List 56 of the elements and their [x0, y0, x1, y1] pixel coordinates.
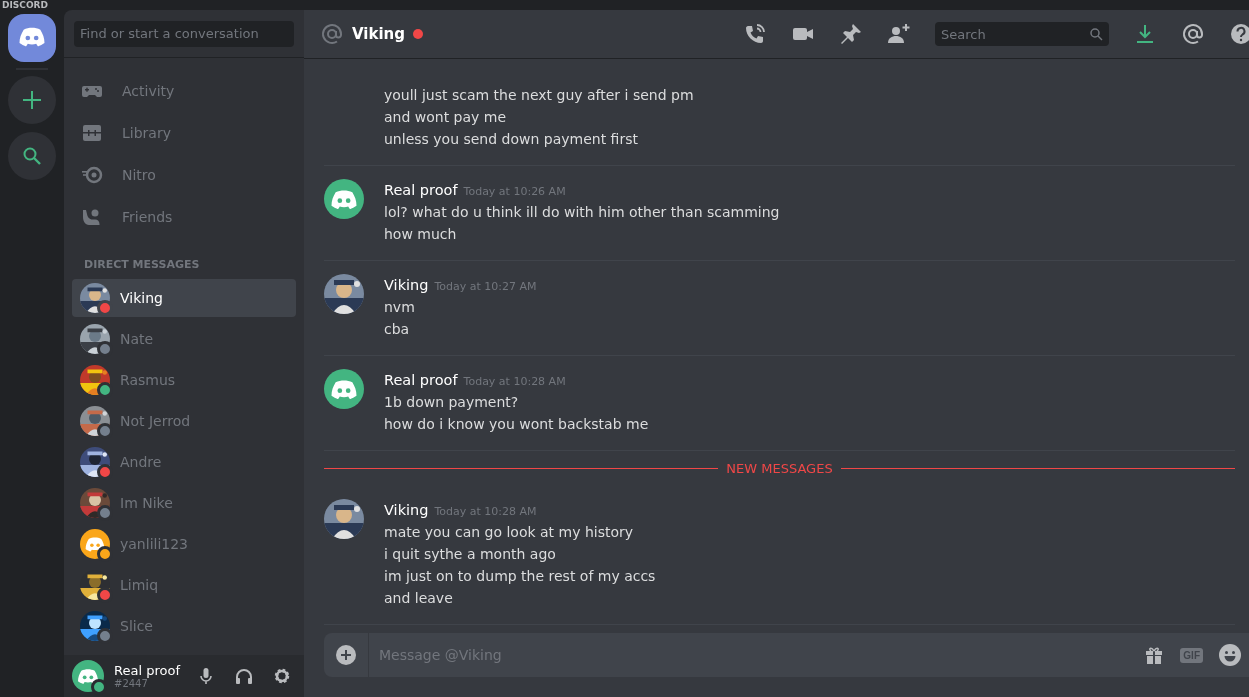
search-button[interactable] — [8, 132, 56, 180]
dm-item[interactable]: Viking — [72, 279, 296, 317]
dm-item[interactable]: Andre — [72, 443, 296, 481]
plus-icon — [22, 90, 42, 110]
app-title: DISCORD — [2, 1, 48, 10]
dm-item[interactable]: Rasmus — [72, 361, 296, 399]
dm-item[interactable]: Not Jerrod — [72, 402, 296, 440]
search-icon — [1089, 27, 1103, 41]
message-text: and wont pay me — [384, 108, 508, 127]
plus-circle-icon — [336, 645, 356, 665]
nav-item[interactable]: Nitro — [72, 154, 296, 196]
dm-item[interactable]: Limiq — [72, 566, 296, 604]
dm-item[interactable]: Slice — [72, 607, 296, 645]
search-icon — [22, 146, 42, 166]
add-server-button[interactable] — [8, 76, 56, 124]
message-text: im just on to dump the rest of my accs — [384, 567, 656, 586]
author-name[interactable]: Real proof — [384, 372, 458, 388]
author-name[interactable]: Viking — [384, 277, 429, 293]
pin-icon — [839, 22, 863, 46]
at-sign-icon — [320, 22, 344, 46]
new-messages-divider: NEW MESSAGES — [726, 461, 833, 476]
phone-icon — [743, 22, 767, 46]
nav-item[interactable]: Activity — [72, 70, 296, 112]
message-text: nvm — [384, 298, 416, 317]
at-sign-icon — [1181, 22, 1205, 46]
avatar-icon — [324, 369, 364, 409]
message-text: how do i know you wont backstab me — [384, 415, 649, 434]
channel-title: Viking — [352, 25, 406, 43]
author-name[interactable]: Viking — [384, 502, 429, 518]
message-text: unless you send down payment first — [384, 130, 639, 149]
author-name[interactable]: Real proof — [384, 182, 458, 198]
message-text: i quit sythe a month ago — [384, 545, 557, 564]
smiley-icon — [1219, 644, 1241, 666]
username: Real proof — [114, 663, 182, 678]
message-text: lol? what do u think ill do with him other than scamming — [384, 203, 780, 222]
section-heading: DIRECT MESSAGES — [83, 257, 201, 273]
nav-item[interactable]: Friends — [72, 196, 296, 238]
settings-icon — [272, 666, 292, 686]
dm-item[interactable]: Nate — [72, 320, 296, 358]
search-field[interactable]: Find or start a conversation — [74, 20, 294, 47]
gift-icon — [1144, 645, 1165, 665]
add-person-icon — [887, 22, 911, 46]
home-button[interactable] — [8, 14, 56, 62]
message-text: mate you can go look at my history — [384, 523, 635, 542]
nav-item[interactable]: Library — [72, 112, 296, 154]
headphones-icon — [234, 666, 254, 686]
search-field[interactable]: Search — [935, 22, 1109, 46]
message-text: and leave — [384, 589, 454, 608]
avatar-icon — [324, 179, 364, 219]
dm-item[interactable]: yanlili123 — [72, 525, 296, 563]
message-text: 1b down payment? — [384, 393, 520, 412]
user-tag: #2447 — [114, 678, 182, 689]
message-text: youll just scam the next guy after i send pm — [384, 86, 694, 105]
message-text: how much — [384, 225, 458, 244]
message-text: cba — [384, 320, 411, 339]
dm-item[interactable]: Im Nike — [72, 484, 296, 522]
